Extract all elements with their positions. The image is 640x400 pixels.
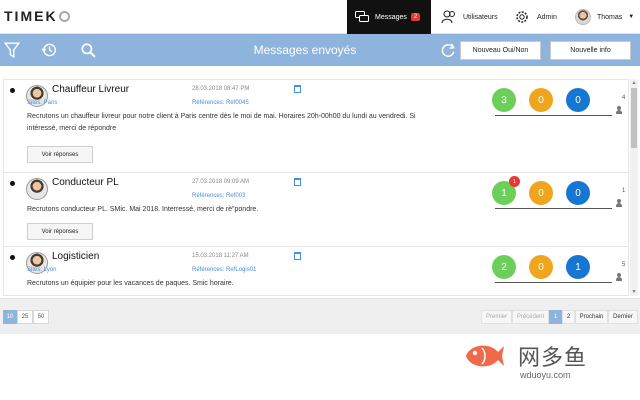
list-item: Conducteur PL 27.03.2018 09:09 AM Référe…: [4, 173, 628, 247]
nav-admin[interactable]: Admin: [514, 0, 557, 34]
toolbar: Messages envoyés Nouveau Oui/Non Nouvell…: [0, 34, 640, 66]
fish-logo-icon: [466, 345, 504, 367]
trash-icon[interactable]: [294, 252, 301, 260]
recipient-count: 1: [622, 188, 626, 194]
no-count: 0: [566, 88, 590, 112]
message-sites: Sites: Paris: [27, 100, 58, 106]
no-count: 0: [566, 181, 590, 205]
messages-badge: 2: [410, 13, 421, 21]
maybe-count: 0: [529, 181, 553, 205]
logo-ring-icon: [58, 11, 70, 22]
message-refs: Références: Ref0045: [192, 100, 249, 106]
scroll-up-icon[interactable]: ▲: [630, 79, 638, 87]
scroll-down-icon[interactable]: ▼: [630, 288, 638, 296]
nav-messages[interactable]: Messages 2: [347, 0, 431, 34]
page-1[interactable]: 1: [549, 310, 562, 324]
message-date: 28.03.2018 08:47 PM: [192, 86, 250, 92]
new-response-badge: 1: [509, 176, 520, 187]
app-logo[interactable]: TIMEK: [4, 8, 70, 24]
message-title[interactable]: Logisticien: [52, 251, 99, 262]
user-avatar: [575, 9, 591, 25]
bullet-icon: [10, 255, 15, 260]
nav-users-label: Utilisateurs: [463, 13, 498, 21]
list-item: Logisticien 15.03.2018 11:27 AM Sites: L…: [4, 247, 628, 295]
next-page-button[interactable]: Prochain: [575, 310, 608, 324]
page-size-50[interactable]: 50: [33, 310, 49, 324]
list-item: Chauffeur Livreur 28.03.2018 08:47 PM Si…: [4, 80, 628, 173]
message-title[interactable]: Chauffeur Livreur: [52, 84, 129, 95]
messages-list: Chauffeur Livreur 28.03.2018 08:47 PM Si…: [3, 79, 629, 296]
nav-messages-label: Messages: [375, 13, 407, 21]
recipient-count: 4: [622, 95, 626, 101]
avatar: [26, 178, 48, 200]
pagination-bar: 10 25 50 Premier Précédent 1 2 Prochain …: [0, 298, 640, 334]
gear-icon: [516, 11, 528, 23]
recipient-count: 5: [622, 262, 626, 268]
scroll-thumb[interactable]: [631, 88, 637, 148]
list-scrollbar[interactable]: ▲ ▼: [630, 79, 638, 296]
view-responses-button[interactable]: Voir réponses: [27, 146, 93, 163]
message-sites: Sites: Lyon: [27, 267, 57, 273]
last-page-button[interactable]: Dernier: [608, 310, 638, 324]
no-count: 1: [566, 255, 590, 279]
maybe-count: 0: [529, 88, 553, 112]
nav-users[interactable]: Utilisateurs: [441, 0, 498, 34]
caret-down-icon: ▼: [628, 14, 635, 20]
message-description: Recrutons conducteur PL. SMic. Mai 2018.…: [27, 206, 259, 213]
message-description: Recrutons un chauffeur livreur pour notr…: [27, 113, 416, 132]
trash-icon[interactable]: [294, 85, 301, 93]
view-responses-button[interactable]: Voir réponses: [27, 223, 93, 240]
users-icon: [441, 10, 455, 24]
watermark-url: wduoyu.com: [520, 370, 571, 380]
yes-count: 2: [492, 255, 516, 279]
trash-icon[interactable]: [294, 178, 301, 186]
page-2[interactable]: 2: [562, 310, 575, 324]
user-name: Thomas: [597, 13, 623, 21]
watermark: 网多鱼 wduoyu.com: [456, 332, 606, 392]
previous-page-button[interactable]: Précédent: [512, 310, 549, 324]
person-icon: [616, 106, 622, 114]
first-page-button[interactable]: Premier: [481, 310, 512, 324]
person-icon: [616, 199, 622, 207]
message-description: Recrutons un équipier pour les vacances …: [27, 280, 234, 287]
user-menu[interactable]: Thomas ▼: [575, 0, 634, 34]
page-size-10[interactable]: 10: [3, 310, 17, 324]
nav-admin-label: Admin: [537, 13, 557, 21]
refresh-icon[interactable]: [440, 42, 456, 58]
page-size-25[interactable]: 25: [17, 310, 33, 324]
divider: [495, 115, 612, 116]
chat-icon: [355, 11, 369, 22]
divider: [495, 208, 612, 209]
new-info-button[interactable]: Nouvelle info: [550, 41, 631, 60]
divider: [495, 282, 612, 283]
message-refs: Références: RefLogis01: [192, 267, 257, 273]
top-nav: TIMEK Messages 2 Utilisateurs Admin Thom…: [0, 0, 640, 34]
message-date: 15.03.2018 11:27 AM: [192, 253, 249, 259]
watermark-text: 网多鱼: [518, 345, 588, 370]
new-yesno-button[interactable]: Nouveau Oui/Non: [460, 41, 541, 60]
yes-count: 3: [492, 88, 516, 112]
bullet-icon: [10, 88, 15, 93]
person-icon: [616, 273, 622, 281]
maybe-count: 0: [529, 255, 553, 279]
bullet-icon: [10, 181, 15, 186]
message-date: 27.03.2018 09:09 AM: [192, 179, 250, 185]
message-title[interactable]: Conducteur PL: [52, 177, 119, 188]
message-refs: Références: Ref003: [192, 193, 246, 199]
